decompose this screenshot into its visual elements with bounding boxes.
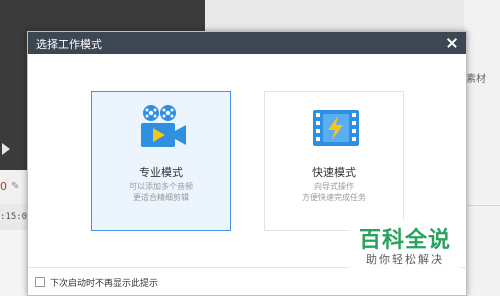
dialog-title: 选择工作模式	[36, 38, 102, 51]
pencil-icon[interactable]: ✎	[11, 181, 19, 192]
mode-title: 快速模式	[312, 166, 356, 179]
mode-description: 方便快速完成任务	[302, 193, 366, 202]
mode-description: 更适合精细剪辑	[133, 193, 189, 202]
dialog-titlebar: 选择工作模式	[28, 32, 466, 54]
mode-description: 可以添加多个音频	[129, 182, 193, 191]
right-panel	[464, 0, 500, 296]
right-panel-divider	[464, 205, 500, 206]
quick-mode-card[interactable]: 快速模式 向导式操作 方便快速完成任务	[264, 91, 404, 231]
watermark-logo: 百科全说 助你轻松解决	[349, 220, 461, 272]
close-icon[interactable]	[443, 34, 461, 52]
dont-show-again-checkbox[interactable]	[35, 277, 45, 287]
watermark-sub-text: 助你轻松解决	[366, 253, 444, 266]
watermark-main-text: 百科全说	[358, 228, 451, 253]
mode-description: 向导式操作	[314, 182, 354, 191]
dont-show-again-label[interactable]: 下次启动时不再显示此提示	[50, 276, 158, 289]
video-camera-icon	[141, 105, 186, 147]
background-bottom-area	[0, 230, 30, 296]
play-icon[interactable]	[0, 140, 14, 158]
right-panel-label[interactable]: 素材	[466, 70, 486, 85]
professional-mode-card[interactable]: 专业模式 可以添加多个音频 更适合精细剪辑	[91, 91, 231, 231]
background-value: 0	[0, 180, 7, 193]
mode-title: 专业模式	[139, 166, 183, 179]
film-lightning-icon	[313, 110, 359, 146]
